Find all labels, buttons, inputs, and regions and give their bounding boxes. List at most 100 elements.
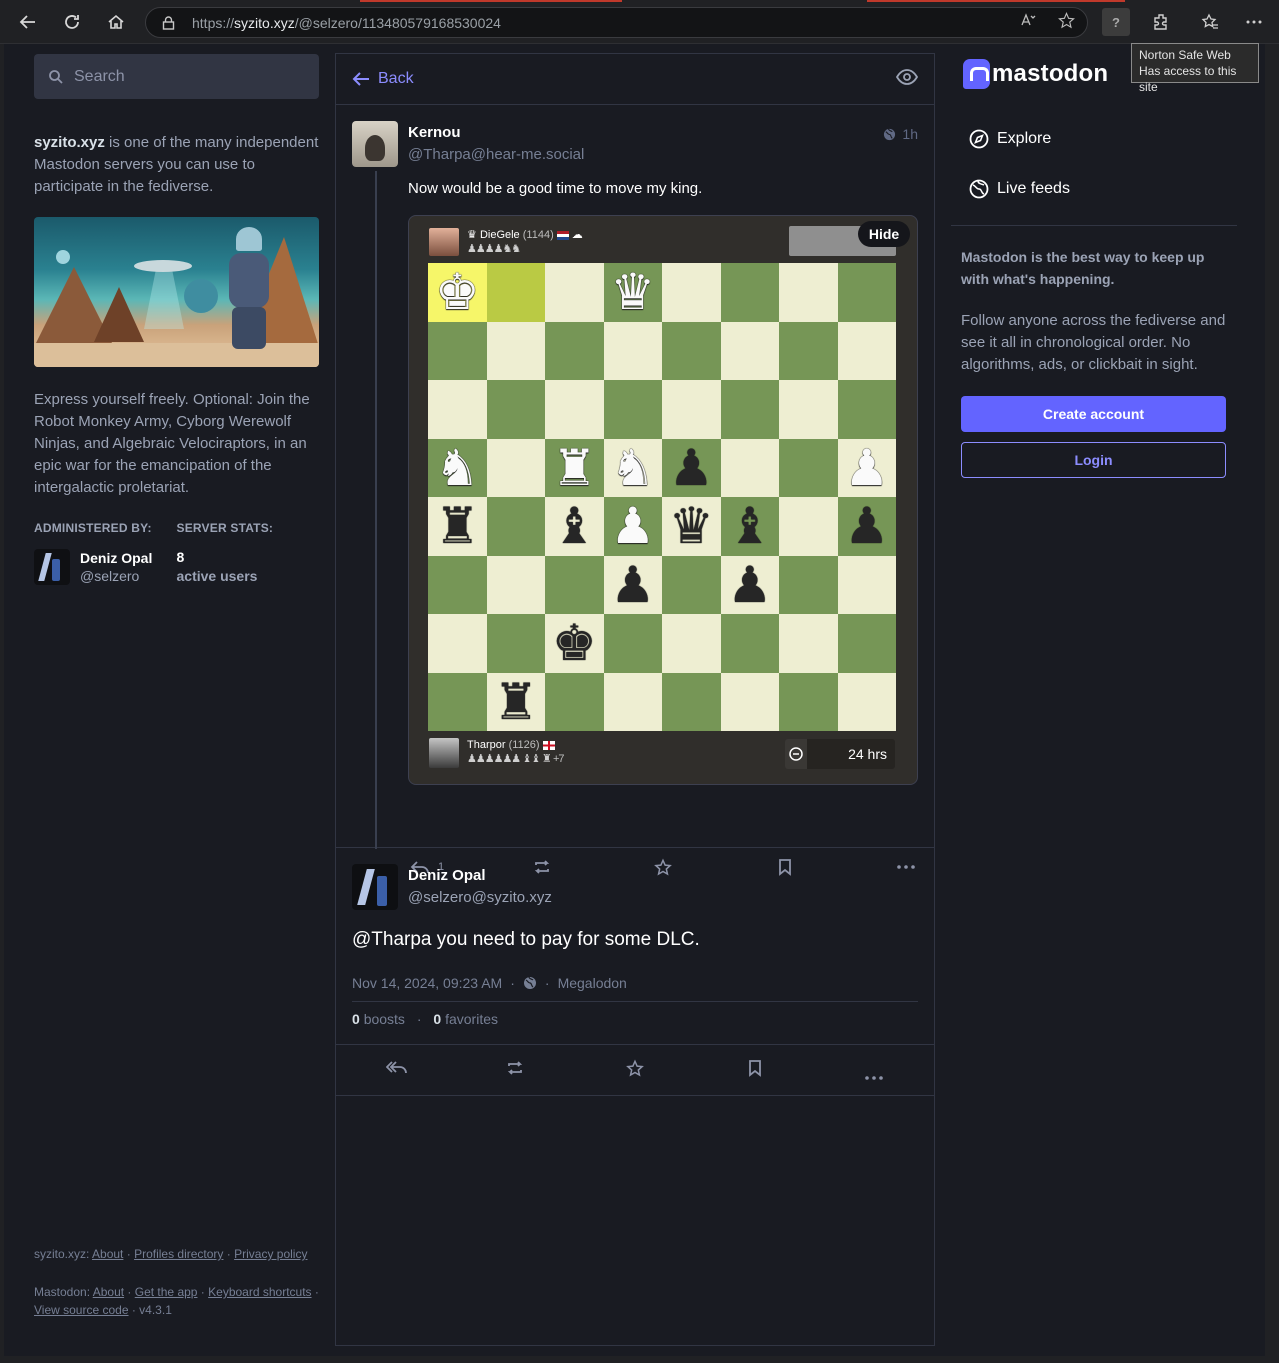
mention-link[interactable]: @Tharpa [352, 929, 432, 950]
brand-wordmark: mastodon [992, 60, 1109, 87]
material-advantage: +7 [552, 753, 565, 765]
back-button[interactable]: Back [352, 70, 414, 88]
status-counts: 0 boosts · 0 favorites [352, 1011, 498, 1027]
divider [951, 225, 1237, 226]
signup-tagline: Mastodon is the best way to keep up with… [961, 249, 1205, 287]
board-square: ♝ [545, 497, 604, 556]
reply-all-button[interactable] [385, 1059, 408, 1080]
star-icon [626, 1059, 644, 1077]
board-square [779, 380, 838, 439]
avatar[interactable] [352, 121, 398, 167]
white-rook-icon: ♜ [551, 439, 597, 496]
more-menu-icon[interactable] [1240, 8, 1268, 36]
boosts-count: 0 [352, 1011, 360, 1027]
board-square: ♟ [720, 555, 779, 614]
board-square: ♚ [545, 614, 604, 673]
board-square [720, 380, 779, 439]
boost-button[interactable] [505, 1059, 525, 1082]
player-rating: (1144) [522, 229, 554, 241]
status-display-name[interactable]: Kernou [408, 124, 461, 141]
column-header: Back [336, 54, 934, 105]
search-icon [49, 69, 63, 84]
url-scheme: https:// [192, 14, 235, 31]
window-edge [1265, 44, 1279, 1363]
black-pawn-icon: ♟ [844, 498, 890, 555]
board-square: ♞ [603, 438, 662, 497]
create-account-button[interactable]: Create account [961, 396, 1226, 432]
footer-source-link[interactable]: View source code [34, 1303, 129, 1317]
board-square [779, 321, 838, 380]
detail-action-bar [336, 1044, 934, 1096]
board-square: ♜ [428, 497, 487, 556]
footer-get-app-link[interactable]: Get the app [135, 1285, 198, 1299]
board-square [837, 263, 896, 322]
board-square [837, 321, 896, 380]
favorite-star-icon[interactable] [1058, 11, 1075, 34]
active-users-label: active users [176, 568, 258, 584]
favorite-button[interactable] [625, 1059, 645, 1083]
black-queen-icon: ♛ [668, 498, 714, 555]
board-square [720, 438, 779, 497]
footer-profiles-link[interactable]: Profiles directory [134, 1247, 223, 1261]
flag-icon [556, 230, 569, 240]
bookmark-icon [749, 1060, 761, 1077]
board-square [428, 380, 487, 439]
bookmark-button[interactable] [747, 1059, 763, 1082]
timer-icon [785, 739, 807, 769]
board-square: ♜ [486, 672, 545, 731]
norton-tooltip: Norton Safe Web Has access to this site [1131, 43, 1259, 94]
footer-shortcuts-link[interactable]: Keyboard shortcuts [208, 1285, 311, 1299]
home-icon[interactable] [101, 7, 131, 37]
extensions-puzzle-icon[interactable] [1147, 8, 1175, 36]
status-timestamp[interactable]: 1h [883, 126, 918, 142]
boosts-label[interactable]: boosts [364, 1011, 405, 1027]
status-handle[interactable]: @selzero@syzito.xyz [408, 889, 552, 906]
eye-icon[interactable] [895, 69, 919, 90]
lock-icon [162, 15, 176, 30]
board-square [428, 614, 487, 673]
back-arrow-icon[interactable] [13, 7, 43, 37]
nav-explore[interactable]: Explore [969, 129, 1051, 149]
status-display-name[interactable]: Deniz Opal [408, 867, 486, 884]
chess-board: ♚ ♛ ♞ ♜ ♞ ♟ ♟ ♜ ♝ ♟ ♛ ♝ ♟ ♟ ♟ ♚ ♜ [428, 263, 896, 731]
captured-pieces: ♟♟♟♟♞♞ [467, 243, 521, 255]
favorites-label[interactable]: favorites [445, 1011, 498, 1027]
status-app[interactable]: Megalodon [558, 975, 627, 991]
black-pawn-icon: ♟ [668, 439, 714, 496]
board-square [837, 614, 896, 673]
status-datetime[interactable]: Nov 14, 2024, 09:23 AM [352, 975, 502, 991]
admin-account[interactable]: Deniz Opal @selzero [34, 549, 177, 585]
mastodon-logo[interactable]: mastodon [963, 59, 1108, 89]
footer-mastodon-about-link[interactable]: About [93, 1285, 124, 1299]
avatar[interactable] [34, 549, 70, 585]
media-attachment[interactable]: ♛ DieGele (1144) ☁ ♟♟♟♟♞♞ Hide ♚ ♛ ♞ ♜ ♞ ♟ ♟ ♜ ♝… [408, 215, 918, 785]
avatar[interactable] [352, 864, 398, 910]
active-users-count: 8 [176, 549, 185, 565]
reload-icon[interactable] [57, 7, 87, 37]
black-king-icon: ♚ [551, 615, 597, 672]
footer-about-link[interactable]: About [92, 1247, 123, 1261]
favorites-list-icon[interactable] [1196, 8, 1224, 36]
nav-live-feeds[interactable]: Live feeds [969, 179, 1070, 199]
hide-media-button[interactable]: Hide [858, 221, 910, 247]
login-button[interactable]: Login [961, 442, 1226, 478]
divider [352, 1001, 918, 1002]
status-handle[interactable]: @Tharpa@hear-me.social [408, 146, 584, 163]
board-square: ♟ [662, 438, 721, 497]
cloud-icon: ☁ [571, 229, 583, 241]
board-square [779, 672, 838, 731]
board-square: ♜ [545, 438, 604, 497]
address-bar[interactable]: https://syzito.xyz/@selzero/113480579168… [145, 7, 1088, 38]
focused-status[interactable]: Deniz Opal @selzero@syzito.xyz @Tharpa y… [336, 848, 934, 1096]
norton-extension-icon[interactable]: ? [1102, 8, 1130, 36]
more-options-button[interactable] [865, 1067, 883, 1085]
footer-privacy-link[interactable]: Privacy policy [234, 1247, 307, 1261]
compass-icon [969, 129, 989, 149]
player-rating: (1126) [508, 739, 540, 751]
status-item[interactable]: Kernou @Tharpa@hear-me.social 1h Now wou… [336, 105, 934, 876]
footer-mastodon: Mastodon [34, 1285, 87, 1299]
board-square [486, 380, 545, 439]
crown-icon: ♛ [467, 229, 477, 241]
search-input[interactable]: Search [34, 54, 319, 99]
read-aloud-icon[interactable] [1020, 12, 1036, 34]
